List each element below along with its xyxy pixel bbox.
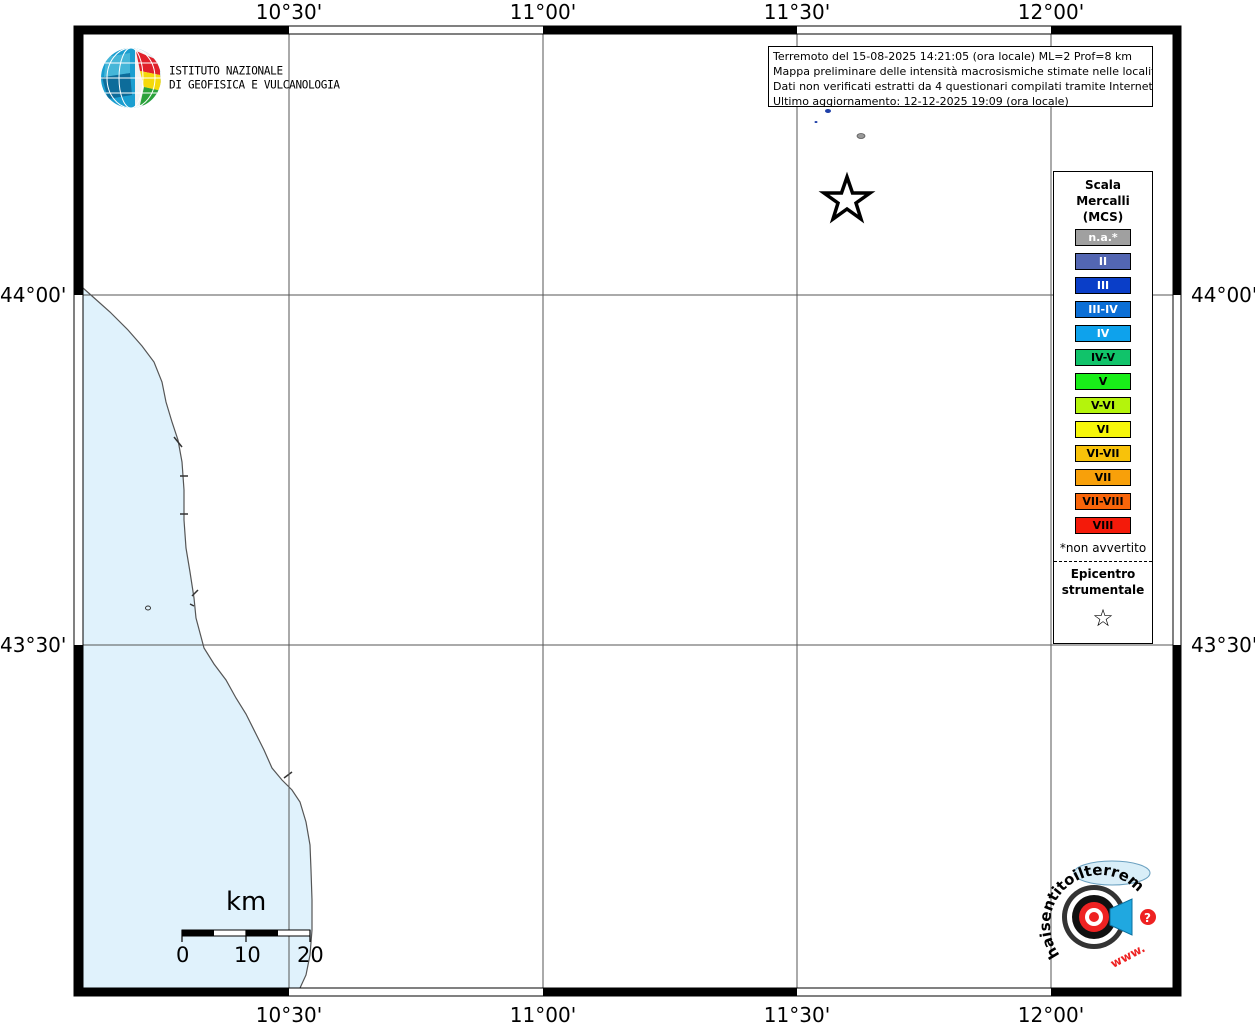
event-info-line: Dati non verificati estratti da 4 questi… (773, 80, 1153, 93)
coast-feature (283, 771, 293, 779)
legend-swatch: VI-VII (1075, 445, 1131, 462)
legend-swatch: IV-V (1075, 349, 1131, 366)
ingv-name-line: DI GEOFISICA E VULCANOLOGIA (169, 77, 340, 92)
event-info-box: Terremoto del 15-08-2025 14:21:05 (ora l… (768, 46, 1153, 107)
frame-band (74, 26, 289, 34)
legend-swatch: V (1075, 373, 1131, 390)
frame-band (1051, 26, 1181, 34)
legend-swatch-list: n.a.* II III III-IV IV IV-V V V-VI VI VI-VII VII VI… (1054, 229, 1152, 534)
scale-tick-label: 10 (234, 943, 261, 967)
lat-tick-left: 43°30' (0, 633, 67, 657)
legend-swatch: V-VI (1075, 397, 1131, 414)
legend-title-line: (MCS) (1082, 210, 1124, 224)
scale-tick-label: 0 (176, 943, 190, 967)
lon-tick-bottom: 12°00' (1017, 1003, 1085, 1027)
legend-title: Scala Mercalli (MCS) (1054, 177, 1152, 225)
scale-tick-label: 20 (297, 943, 324, 967)
lon-tick-bottom: 10°30' (255, 1003, 323, 1027)
haisentito-logo[interactable]: haisentitoilterremoto.it ? www. (1027, 841, 1162, 975)
legend-swatch: III (1075, 277, 1131, 294)
lat-tick-right: 44°00' (1191, 283, 1255, 307)
svg-text:?: ? (1144, 911, 1151, 925)
lat-tick-right: 43°30' (1191, 633, 1255, 657)
lon-tick-bottom: 11°00' (509, 1003, 577, 1027)
legend-swatch: VII (1075, 469, 1131, 486)
haisentito-logo-graphic: haisentitoilterremoto.it ? www. (1027, 841, 1156, 971)
legend-swatch: VII-VIII (1075, 493, 1131, 510)
event-info-line: Mappa preliminare delle intensità macros… (773, 65, 1153, 78)
legend-note: *non avvertito (1059, 541, 1147, 555)
lon-tick-top: 11°00' (509, 0, 577, 24)
legend-epicenter-label: Epicentro strumentale (1054, 566, 1152, 598)
lon-tick-top: 10°30' (255, 0, 323, 24)
legend-swatch: VIII (1075, 517, 1131, 534)
sea-area (83, 288, 312, 988)
legend-swatch: VI (1075, 421, 1131, 438)
ingv-logo[interactable]: ISTITUTO NAZIONALE DI GEOFISICA E VULCAN… (100, 47, 340, 111)
legend-swatch: III-IV (1075, 301, 1131, 318)
legend-swatch: II (1075, 253, 1131, 270)
legend-swatch: n.a.* (1075, 229, 1131, 246)
globe-icon (101, 48, 161, 108)
frame-band (543, 26, 797, 34)
lon-tick-bottom: 11°30' (763, 1003, 831, 1027)
legend-swatch: IV (1075, 325, 1131, 342)
legend-title-line: Mercalli (1076, 194, 1130, 208)
frame-band (543, 988, 797, 996)
frame-band (74, 645, 83, 996)
scale-unit-label: km (226, 887, 267, 917)
lake (856, 133, 866, 139)
lon-tick-top: 12°00' (1017, 0, 1085, 24)
legend-star-icon: ☆ (1092, 604, 1114, 632)
lon-tick-top: 11°30' (763, 0, 831, 24)
mcs-legend: Scala Mercalli (MCS) n.a.* II III III-IV IV I… (1053, 171, 1153, 644)
legend-epicenter-line: strumentale (1061, 583, 1145, 597)
legend-epicenter-line: Epicentro (1070, 567, 1136, 581)
legend-divider (1054, 561, 1152, 562)
lake (825, 109, 831, 113)
frame-band (1173, 26, 1181, 295)
ingv-name-line: ISTITUTO NAZIONALE (169, 63, 283, 78)
epicenter-star-icon[interactable] (818, 171, 876, 224)
event-info-line: Terremoto del 15-08-2025 14:21:05 (ora l… (773, 50, 1133, 63)
frame-band (1173, 645, 1181, 996)
frame-band (74, 26, 83, 295)
legend-title-line: Scala (1084, 178, 1122, 192)
frame-band (74, 988, 289, 996)
lake (814, 121, 818, 123)
frame-band (1051, 988, 1181, 996)
lat-tick-left: 44°00' (0, 283, 67, 307)
haisentito-www-text: www. (1108, 941, 1147, 971)
event-info-line: Ultimo aggiornamento: 12-12-2025 19:09 (… (773, 95, 1069, 107)
